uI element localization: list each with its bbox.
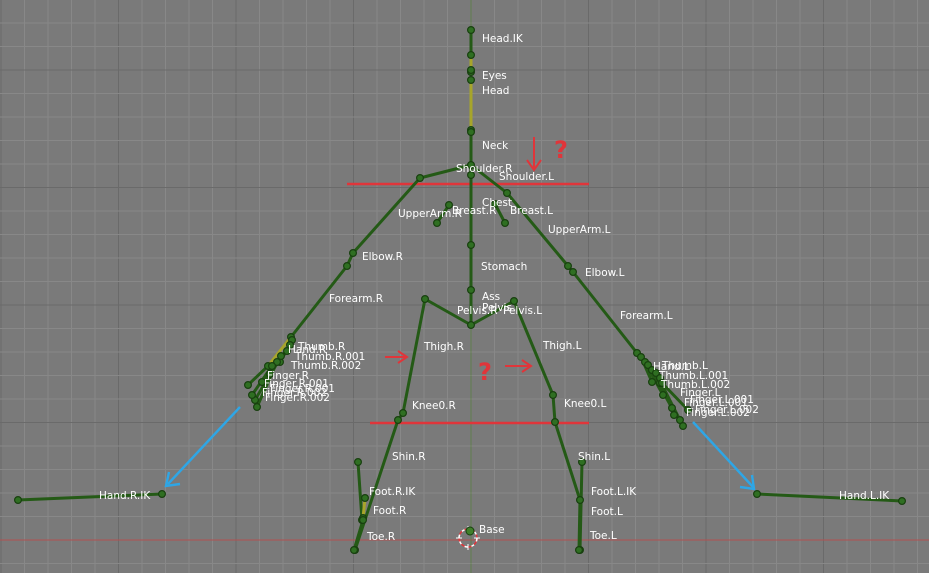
armature-view[interactable]: ? ? Head.IK Eyes Head Neck Shoulder.R Sh… bbox=[0, 0, 929, 573]
bone-joint[interactable] bbox=[467, 128, 476, 137]
bone-joint[interactable] bbox=[678, 422, 687, 431]
arrow-blue-right bbox=[692, 421, 754, 488]
label-foot-r-ik: Foot.R.IK bbox=[369, 486, 416, 498]
label-knee0-l: Knee0.L bbox=[564, 398, 606, 410]
bone-joint[interactable] bbox=[421, 295, 430, 304]
label-upperarm-l: UpperArm.L bbox=[548, 224, 611, 236]
label-head: Head bbox=[482, 85, 509, 97]
bone-joint[interactable] bbox=[467, 65, 476, 74]
label-foot-r: Foot.R bbox=[373, 505, 406, 517]
label-foot-l-ik: Foot.L.IK bbox=[591, 486, 637, 498]
label-breast-l: Breast.L bbox=[510, 205, 553, 217]
label-elbow-l: Elbow.L bbox=[585, 267, 625, 279]
label-finger-r-e: Finger.R.002 bbox=[265, 392, 330, 404]
bone-joint[interactable] bbox=[658, 391, 667, 400]
label-forearm-r: Forearm.R bbox=[329, 293, 383, 305]
label-pelvis-l: Pelvis.L bbox=[503, 305, 542, 317]
3d-viewport[interactable]: ? ? Head.IK Eyes Head Neck Shoulder.R Sh… bbox=[0, 0, 929, 573]
label-toe-r: Toe.R bbox=[366, 531, 395, 543]
bone-joint[interactable] bbox=[752, 490, 761, 499]
label-upperarm-r: UpperArm.R bbox=[398, 208, 462, 220]
label-shin-l: Shin.L bbox=[578, 451, 610, 463]
bone-joint[interactable] bbox=[503, 189, 512, 198]
bone-joint[interactable] bbox=[550, 418, 559, 427]
bone-joint[interactable] bbox=[897, 497, 906, 506]
bone-joint[interactable] bbox=[501, 219, 510, 228]
armature-bones[interactable] bbox=[14, 26, 906, 554]
bone-shin-l[interactable] bbox=[553, 420, 582, 502]
bone-joint[interactable] bbox=[14, 496, 23, 505]
bone-joint[interactable] bbox=[575, 496, 584, 505]
label-neck: Neck bbox=[482, 140, 509, 152]
bone-joint[interactable] bbox=[158, 490, 167, 499]
bone-joint[interactable] bbox=[467, 321, 476, 330]
label-finger-l-e: Finger.L.002 bbox=[695, 404, 759, 416]
bone-joint[interactable] bbox=[568, 268, 577, 277]
bone-joint[interactable] bbox=[416, 174, 425, 183]
question-mark-upper: ? bbox=[554, 136, 568, 164]
bone-joint[interactable] bbox=[433, 219, 442, 228]
label-toe-l: Toe.L bbox=[589, 530, 617, 542]
label-hand-r-ik: Hand.R.IK bbox=[99, 490, 151, 502]
label-head-ik: Head.IK bbox=[482, 33, 524, 45]
label-elbow-r: Elbow.R bbox=[362, 251, 403, 263]
bone-joint[interactable] bbox=[669, 411, 678, 420]
blue-annotation-arrows bbox=[164, 406, 756, 491]
bone-joint[interactable] bbox=[399, 409, 408, 418]
label-knee0-r: Knee0.R bbox=[412, 400, 456, 412]
bone-joint[interactable] bbox=[253, 403, 262, 412]
viewport-grid bbox=[0, 0, 929, 573]
bone-foot-l[interactable] bbox=[577, 498, 582, 552]
bone-joint[interactable] bbox=[467, 286, 476, 295]
question-mark-lower: ? bbox=[478, 358, 492, 386]
label-thigh-r: Thigh.R bbox=[423, 341, 464, 353]
bone-joint[interactable] bbox=[244, 381, 253, 390]
bone-knee0-l[interactable] bbox=[551, 393, 557, 424]
label-shoulder-l: Shoulder.L bbox=[499, 171, 554, 183]
bone-joint[interactable] bbox=[359, 515, 368, 524]
bone-joint[interactable] bbox=[467, 241, 476, 250]
bone-joint[interactable] bbox=[574, 545, 583, 554]
label-base: Base bbox=[479, 524, 505, 536]
bone-joint[interactable] bbox=[248, 391, 257, 400]
bone-joint[interactable] bbox=[467, 26, 476, 35]
bone-joint[interactable] bbox=[467, 75, 476, 84]
bone-toe-r[interactable] bbox=[352, 518, 365, 552]
bone-joint[interactable] bbox=[268, 362, 277, 371]
label-thigh-l: Thigh.L bbox=[542, 340, 582, 352]
bone-joint[interactable] bbox=[350, 545, 359, 554]
bone-joint[interactable] bbox=[467, 50, 476, 59]
bone-joint[interactable] bbox=[548, 391, 557, 400]
bone-joint[interactable] bbox=[349, 249, 358, 258]
label-eyes: Eyes bbox=[482, 70, 507, 82]
label-hand-l-ik: Hand.L.IK bbox=[839, 490, 890, 502]
base-object-origin[interactable] bbox=[456, 526, 480, 550]
bone-joints[interactable] bbox=[14, 26, 906, 554]
bone-joint[interactable] bbox=[563, 262, 572, 271]
bone-joint[interactable] bbox=[647, 378, 656, 387]
bone-joint[interactable] bbox=[394, 416, 403, 425]
label-stomach: Stomach bbox=[481, 261, 527, 273]
label-forearm-l: Forearm.L bbox=[620, 310, 673, 322]
label-shin-r: Shin.R bbox=[392, 451, 426, 463]
bone-joint[interactable] bbox=[667, 404, 676, 413]
bone-joint[interactable] bbox=[343, 262, 352, 271]
bone-joint[interactable] bbox=[361, 494, 370, 503]
label-foot-l: Foot.L bbox=[591, 506, 623, 518]
bone-joint[interactable] bbox=[354, 458, 363, 467]
label-pelvis-r: Pelvis.R bbox=[457, 305, 498, 317]
bone-foot-r-ik[interactable] bbox=[356, 460, 364, 522]
